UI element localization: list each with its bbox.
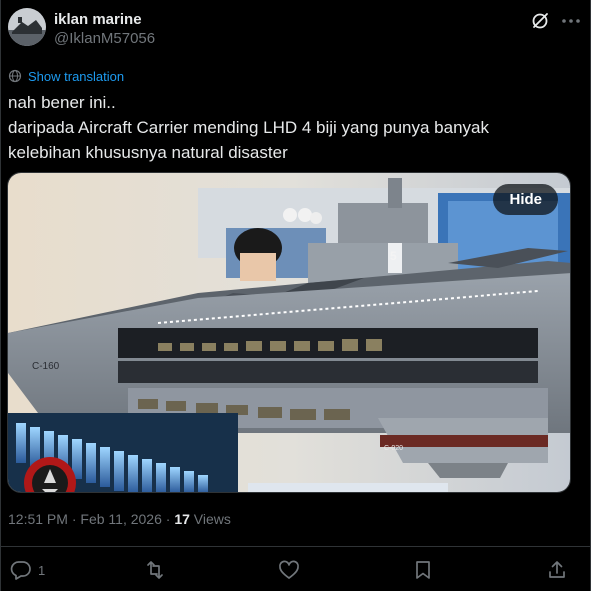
action-bar: 1 xyxy=(0,558,591,586)
action-divider xyxy=(0,546,591,547)
tweet-text: nah bener ini.. daripada Aircraft Carrie… xyxy=(8,90,578,165)
retweet-icon xyxy=(147,561,163,579)
tweet-line-3: kelebihan khususnya natural disaster xyxy=(8,143,288,162)
tweet-time[interactable]: 12:51 PM xyxy=(8,511,68,527)
boat-marking: C-020 xyxy=(384,445,403,452)
tweet-header: iklan marine @IklanM57056 xyxy=(8,8,581,52)
reply-count: 1 xyxy=(38,562,46,578)
meta-separator: · xyxy=(71,511,77,527)
share-icon xyxy=(549,561,565,578)
author-names: iklan marine @IklanM57056 xyxy=(54,10,155,49)
tweet-date[interactable]: Feb 11, 2026 xyxy=(80,511,161,527)
tweet-media[interactable]: C-160 C-020 5 Hide xyxy=(7,172,571,493)
reply-button[interactable]: 1 xyxy=(10,560,45,580)
hide-media-button[interactable]: Hide xyxy=(493,184,558,215)
tweet-line-1: nah bener ini.. xyxy=(8,93,116,112)
hull-number: 5 xyxy=(390,249,397,263)
user-handle[interactable]: @IklanM57056 xyxy=(54,29,155,49)
more-icon[interactable] xyxy=(561,12,581,30)
like-button[interactable] xyxy=(278,560,300,580)
tweet-line-2: daripada Aircraft Carrier mending LHD 4 … xyxy=(8,118,489,137)
avatar-image xyxy=(8,8,46,46)
meta-separator-2: · xyxy=(165,511,171,527)
hull-marking: C-160 xyxy=(32,361,60,372)
views-count: 17 xyxy=(174,511,190,527)
heart-icon xyxy=(279,560,299,579)
retweet-button[interactable] xyxy=(144,560,166,580)
share-button[interactable] xyxy=(547,560,567,580)
bookmark-icon xyxy=(416,561,430,579)
ship-model-image: C-160 C-020 5 xyxy=(8,173,570,492)
display-name[interactable]: iklan marine xyxy=(54,10,155,29)
tweet-meta: 12:51 PM · Feb 11, 2026 · 17 Views xyxy=(8,511,231,527)
bookmark-button[interactable] xyxy=(413,560,433,580)
views-label: Views xyxy=(193,511,231,527)
reply-icon xyxy=(10,561,31,580)
frame-border-left xyxy=(0,0,1,591)
show-translation-label: Show translation xyxy=(28,68,125,84)
globe-icon xyxy=(8,69,22,83)
grok-icon[interactable] xyxy=(531,12,549,30)
avatar[interactable] xyxy=(8,8,46,46)
show-translation-link[interactable]: Show translation xyxy=(8,67,124,85)
